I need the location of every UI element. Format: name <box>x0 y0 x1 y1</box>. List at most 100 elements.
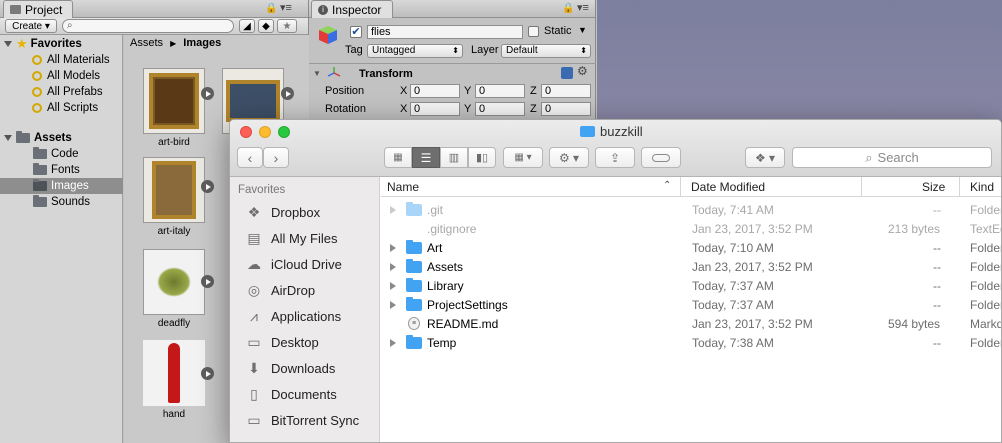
expand-asset-icon[interactable] <box>281 87 294 100</box>
sidebar-item-bittorrent-sync[interactable]: ▭ BitTorrent Sync <box>245 409 359 431</box>
expand-asset-icon[interactable] <box>201 180 214 193</box>
gear-icon[interactable]: ⚙ <box>577 64 588 78</box>
position-y-field[interactable]: 0 <box>475 84 525 98</box>
file-row[interactable]: ProjectSettings Today, 7:37 AM -- Folder <box>381 295 1001 314</box>
filter-label-button[interactable]: ◆ <box>258 19 274 33</box>
panel-menu-icon[interactable]: ▾≡ <box>577 1 589 14</box>
tags-button[interactable] <box>641 147 681 168</box>
tree-favorite-item[interactable]: All Scripts <box>0 100 123 116</box>
breadcrumb-item[interactable]: Images <box>183 37 221 49</box>
sidebar-item-desktop[interactable]: ▭ Desktop <box>245 331 318 353</box>
breadcrumb-item[interactable]: Assets <box>130 37 163 49</box>
disclosure-triangle-icon[interactable] <box>390 206 396 214</box>
folder-label: Images <box>51 180 89 192</box>
sidebar-item-all-my-files[interactable]: ▤ All My Files <box>245 227 337 249</box>
sidebar-item-documents[interactable]: ▯ Documents <box>245 383 337 405</box>
lock-icon[interactable]: 🔒 <box>265 3 277 14</box>
position-x-field[interactable]: 0 <box>410 84 460 98</box>
action-button[interactable]: ⚙ ▾ <box>549 147 589 168</box>
back-button[interactable]: ‹ <box>237 147 263 168</box>
file-row[interactable]: Library Today, 7:37 AM -- Folder <box>381 276 1001 295</box>
tree-folder-code[interactable]: Code <box>0 146 123 162</box>
expand-asset-icon[interactable] <box>201 367 214 380</box>
list-view-button[interactable]: ☰ <box>412 147 440 168</box>
gallery-view-button[interactable]: ▮▯ <box>468 147 496 168</box>
tree-favorite-item[interactable]: All Prefabs <box>0 84 123 100</box>
asset-art-bird[interactable]: art-bird <box>143 68 205 148</box>
active-checkbox[interactable]: ✔ <box>350 26 362 38</box>
asset-label: hand <box>162 409 186 420</box>
rotation-z-field[interactable]: 0 <box>541 102 591 116</box>
create-button[interactable]: Create ▾ <box>5 19 57 33</box>
file-row[interactable]: Temp Today, 7:38 AM -- Folder <box>381 333 1001 352</box>
sidebar-item-applications[interactable]: ⩘ Applications <box>245 305 341 327</box>
position-z-field[interactable]: 0 <box>541 84 591 98</box>
tree-folder-images[interactable]: Images <box>0 178 123 194</box>
disclosure-triangle-icon[interactable] <box>390 282 396 290</box>
lock-icon[interactable]: 🔒 <box>562 3 574 14</box>
file-row[interactable]: ≡ README.md Jan 23, 2017, 3:52 PM 594 by… <box>381 314 1001 333</box>
column-divider[interactable] <box>680 177 681 197</box>
chevron-right-icon: › <box>273 149 279 166</box>
disclosure-triangle-icon[interactable] <box>390 339 396 347</box>
tab-inspector[interactable]: i Inspector <box>311 0 393 18</box>
asset-label: art-bird <box>158 137 190 148</box>
sidebar-item-icloud-drive[interactable]: ☁ iCloud Drive <box>245 253 342 275</box>
column-header-date[interactable]: Date Modified <box>691 177 765 197</box>
finder-search-field[interactable]: ⌕ Search <box>792 147 992 168</box>
minimize-button[interactable] <box>259 126 271 138</box>
column-header-name[interactable]: Name <box>387 177 419 197</box>
tag-select[interactable]: Untagged <box>367 44 463 58</box>
tree-favorites[interactable]: ★ Favorites <box>0 36 123 52</box>
forward-button[interactable]: › <box>263 147 289 168</box>
file-row[interactable]: .git Today, 7:41 AM -- Folder <box>381 200 1001 219</box>
object-name-field[interactable]: flies <box>367 25 523 39</box>
file-row[interactable]: .gitignore Jan 23, 2017, 3:52 PM 213 byt… <box>381 219 1001 238</box>
favorite-star-icon[interactable]: ★ <box>277 19 297 33</box>
tab-project[interactable]: Project <box>3 0 73 18</box>
column-divider[interactable] <box>861 177 862 197</box>
tree-favorite-item[interactable]: All Materials <box>0 52 123 68</box>
disclosure-triangle-icon[interactable] <box>390 301 396 309</box>
rotation-x-field[interactable]: 0 <box>410 102 460 116</box>
sidebar-item-airdrop[interactable]: ◎ AirDrop <box>245 279 315 301</box>
dropbox-menu-button[interactable]: ❖ ▾ <box>745 147 785 168</box>
file-row[interactable]: Art Today, 7:10 AM -- Folder <box>381 238 1001 257</box>
share-button[interactable]: ⇪ <box>595 147 635 168</box>
sidebar-item-dropbox[interactable]: ❖ Dropbox <box>245 201 320 223</box>
column-view-button[interactable]: ▥ <box>440 147 468 168</box>
column-divider[interactable] <box>959 177 960 197</box>
asset-hand[interactable]: hand <box>143 340 205 420</box>
asset-deadfly[interactable]: deadfly <box>143 249 205 329</box>
tree-assets[interactable]: Assets <box>0 130 123 146</box>
project-search-input[interactable]: ⌕ <box>62 19 234 33</box>
disclosure-triangle-icon[interactable] <box>390 244 396 252</box>
close-button[interactable] <box>240 126 252 138</box>
layer-select[interactable]: Default <box>501 44 591 58</box>
filter-type-button[interactable]: ◢ <box>239 19 255 33</box>
panel-menu-icon[interactable]: ▾≡ <box>280 1 292 14</box>
arrange-button[interactable]: ▦ ▾ <box>503 147 543 168</box>
expand-asset-icon[interactable] <box>201 275 214 288</box>
icloud-icon: ☁ <box>247 255 261 272</box>
zoom-button[interactable] <box>278 126 290 138</box>
tree-folder-sounds[interactable]: Sounds <box>0 194 123 210</box>
file-row[interactable]: Assets Jan 23, 2017, 3:52 PM -- Folder <box>381 257 1001 276</box>
rotation-y-field[interactable]: 0 <box>475 102 525 116</box>
file-name: Assets <box>427 260 464 274</box>
help-book-icon[interactable] <box>561 67 573 79</box>
tree-folder-fonts[interactable]: Fonts <box>0 162 123 178</box>
asset-art-italy[interactable]: art-italy <box>143 157 205 237</box>
column-header-size[interactable]: Size <box>922 177 945 197</box>
expand-asset-icon[interactable] <box>201 87 214 100</box>
column-header-kind[interactable]: Kind <box>970 177 994 197</box>
disclosure-triangle-icon[interactable] <box>390 263 396 271</box>
sidebar-item-downloads[interactable]: ⬇ Downloads <box>245 357 335 379</box>
static-checkbox[interactable] <box>528 26 539 37</box>
disclosure-icon[interactable]: ▼ <box>313 69 321 78</box>
tree-favorite-item[interactable]: All Models <box>0 68 123 84</box>
gear-icon: ⚙ ▾ <box>558 150 580 165</box>
icon-view-button[interactable]: ▦ <box>384 147 412 168</box>
static-dropdown-icon[interactable]: ▼ <box>578 25 587 35</box>
search-filter-icon <box>32 87 42 97</box>
